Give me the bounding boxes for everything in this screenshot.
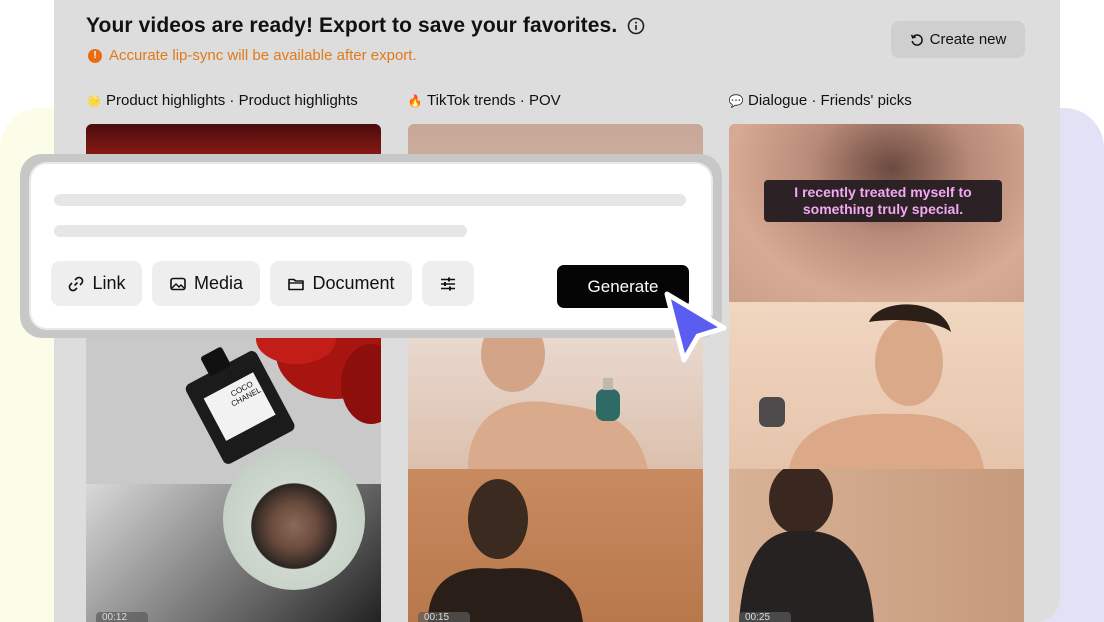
prompt-card: Link Media Document Generate: [31, 164, 711, 328]
info-icon[interactable]: [627, 17, 645, 35]
creator-image: [428, 479, 583, 622]
woman-spraying-scene: [408, 316, 703, 469]
folder-icon: [288, 278, 305, 290]
column-label-text: TikTok trends · POV: [427, 92, 561, 109]
woman-perfume-scene: [729, 302, 1024, 469]
document-button[interactable]: Document: [270, 261, 412, 306]
creator-image-2: [739, 463, 874, 622]
column-label-dialogue: 💬 Dialogue · Friends' picks: [728, 92, 912, 109]
duration-badge: 00:12: [96, 612, 148, 622]
speech-bubble-icon: 💬: [728, 93, 744, 108]
lip-sync-warning: ! Accurate lip-sync will be available af…: [88, 47, 417, 64]
duration-badge: 00:15: [418, 612, 470, 622]
link-button[interactable]: Link: [51, 261, 142, 306]
media-button[interactable]: Media: [152, 261, 260, 306]
create-new-button[interactable]: Create new: [891, 21, 1025, 58]
prompt-text-placeholder-line[interactable]: [54, 194, 686, 206]
product-scene: COCO CHANEL: [86, 309, 381, 484]
video-caption: I recently treated myself to something t…: [764, 180, 1002, 222]
column-label-text: Product highlights · Product highlights: [106, 92, 358, 109]
duration-badge: 00:25: [739, 612, 791, 622]
column-label-text: Dialogue · Friends' picks: [748, 92, 912, 109]
tiktok-creator-scene: [408, 469, 703, 622]
warning-icon: !: [88, 48, 102, 63]
woman-spraying-image: [468, 316, 648, 469]
link-icon: [69, 276, 84, 291]
document-label: Document: [312, 273, 395, 293]
prompt-text-placeholder-line[interactable]: [54, 225, 467, 237]
title-row: Your videos are ready! Export to save yo…: [86, 14, 645, 38]
link-label: Link: [92, 273, 126, 293]
page-title: Your videos are ready! Export to save yo…: [86, 14, 618, 37]
media-label: Media: [193, 273, 244, 293]
create-new-label: Create new: [929, 31, 1007, 48]
settings-button[interactable]: [422, 261, 474, 306]
video-card-dialogue[interactable]: I recently treated myself to something t…: [729, 124, 1024, 622]
dialogue-creator-scene: [729, 463, 1024, 622]
sparkle-icon: 🌟: [86, 93, 102, 108]
refresh-icon: [910, 33, 923, 46]
column-label-tiktok: 🔥 TikTok trends · POV: [407, 92, 561, 109]
sliders-icon: [441, 277, 455, 290]
warning-text: Accurate lip-sync will be available afte…: [109, 47, 417, 64]
fire-icon: 🔥: [407, 93, 423, 108]
column-label-product: 🌟 Product highlights · Product highlight…: [86, 92, 358, 109]
mouse-cursor-icon: [664, 291, 727, 363]
presenter-avatar: [223, 448, 365, 590]
woman-perfume-image: [759, 304, 984, 469]
image-icon: [170, 277, 186, 290]
